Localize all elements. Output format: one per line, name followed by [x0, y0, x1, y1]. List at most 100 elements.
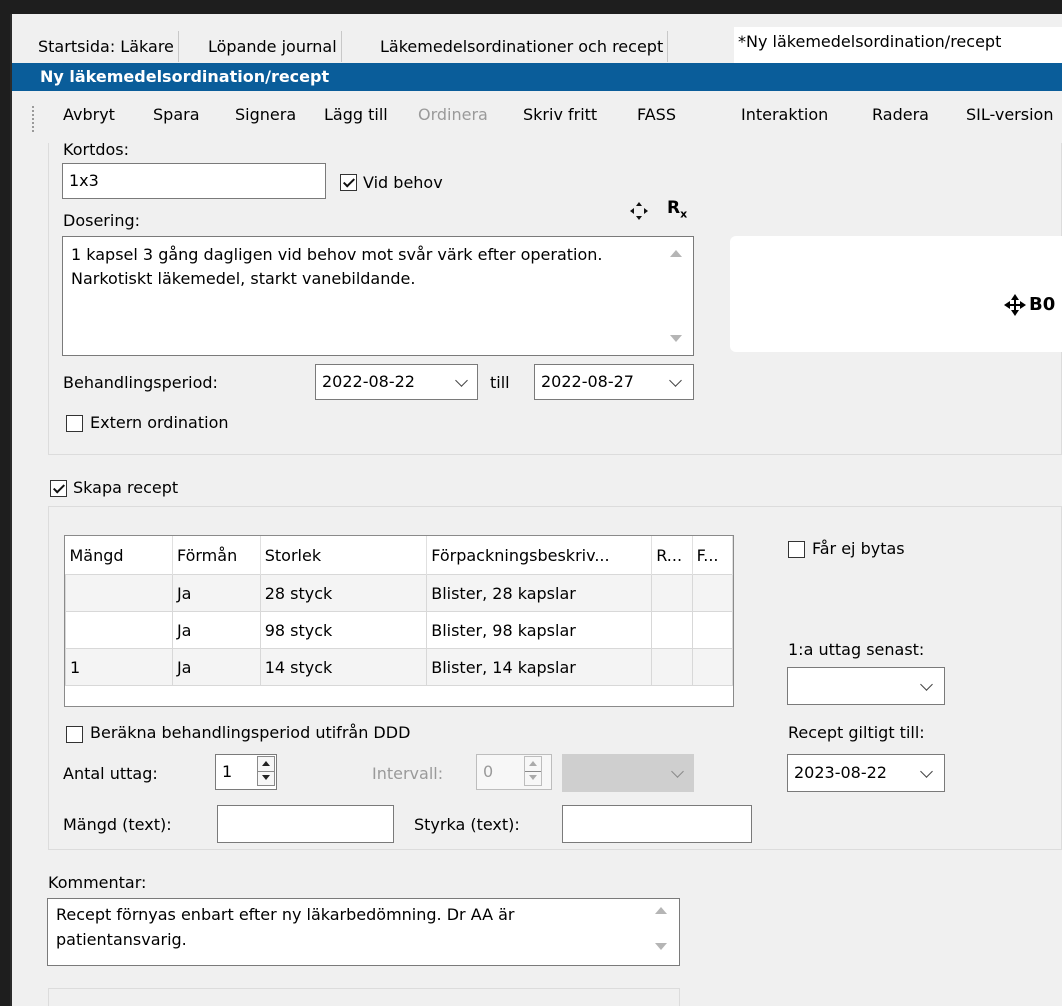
column-header-r[interactable]: R...: [651, 536, 693, 575]
cell-forman: Ja: [171, 611, 261, 649]
column-header-mangd[interactable]: Mängd: [65, 536, 173, 575]
table-row[interactable]: Ja 28 styck Blister, 28 kapslar: [65, 574, 734, 612]
lagg-till-button[interactable]: Lägg till: [324, 105, 388, 124]
intervall-label: Intervall:: [372, 764, 444, 783]
table-row[interactable]: Ja 98 styck Blister, 98 kapslar: [65, 611, 734, 649]
cell-forman: Ja: [171, 648, 261, 686]
recept-giltigt-label: Recept giltigt till:: [788, 723, 925, 742]
intervall-value: 0: [483, 762, 494, 781]
window-title: Ny läkemedelsordination/recept: [12, 63, 1062, 91]
skapa-recept-label: Skapa recept: [73, 478, 179, 497]
package-table[interactable]: Mängd Förmån Storlek Förpackningsbeskriv…: [64, 535, 734, 707]
skapa-recept-checkbox[interactable]: [50, 480, 67, 497]
intervall-stepper[interactable]: [524, 756, 542, 786]
cell-f: [691, 574, 734, 612]
kortdos-label: Kortdos:: [63, 140, 130, 159]
fass-button[interactable]: FASS: [637, 105, 676, 124]
lower-group-edge: [48, 988, 680, 1006]
tab-lopande-journal[interactable]: Löpande journal: [204, 31, 342, 62]
chevron-down-icon: [920, 765, 933, 778]
antal-uttag-label: Antal uttag:: [63, 764, 158, 783]
mangd-text-input[interactable]: [217, 805, 394, 843]
dosering-scroll-down[interactable]: [670, 335, 682, 342]
cell-r: [651, 648, 693, 686]
cell-beskrivning: Blister, 28 kapslar: [426, 574, 653, 612]
interaktion-button[interactable]: Interaktion: [741, 105, 828, 124]
vid-behov-checkbox[interactable]: [340, 174, 357, 191]
kommentar-textarea[interactable]: Recept förnyas enbart efter ny läkarbedö…: [47, 898, 680, 966]
rx-icon[interactable]: Rx: [667, 198, 687, 220]
sil-version-button[interactable]: SIL-version: [966, 105, 1053, 124]
dosering-scroll-up[interactable]: [670, 250, 682, 257]
period-from-value: 2022-08-22: [322, 372, 415, 391]
extern-ordination-label: Extern ordination: [90, 413, 229, 432]
period-to-select[interactable]: 2022-08-27: [534, 364, 694, 400]
intervall-unit-select[interactable]: [562, 754, 694, 792]
table-row[interactable]: 1 Ja 14 styck Blister, 14 kapslar: [65, 648, 734, 686]
kommentar-label: Kommentar:: [48, 873, 147, 892]
period-to-value: 2022-08-27: [541, 372, 634, 391]
kommentar-scroll-down[interactable]: [655, 943, 667, 950]
cell-forman: Ja: [171, 574, 261, 612]
recept-giltigt-value: 2023-08-22: [794, 763, 887, 782]
kortdos-input[interactable]: 1x3: [62, 163, 326, 199]
chevron-down-icon: [671, 765, 684, 778]
cell-beskrivning: Blister, 98 kapslar: [426, 611, 653, 649]
avbryt-button[interactable]: Avbryt: [63, 105, 115, 124]
far-ej-bytas-checkbox[interactable]: [788, 541, 805, 558]
spara-button[interactable]: Spara: [153, 105, 200, 124]
till-label: till: [490, 373, 510, 392]
column-header-forman[interactable]: Förmån: [172, 536, 261, 575]
cell-mangd[interactable]: 1: [65, 648, 173, 686]
cell-f: [691, 611, 734, 649]
chevron-down-icon: [669, 374, 682, 387]
period-from-select[interactable]: 2022-08-22: [315, 364, 478, 400]
cell-mangd[interactable]: [65, 611, 173, 649]
berakna-ddd-checkbox[interactable]: [66, 726, 83, 743]
behandlingsperiod-label: Behandlingsperiod:: [63, 373, 218, 392]
tab-startsida[interactable]: Startsida: Läkare: [34, 31, 179, 62]
cell-f: [691, 648, 734, 686]
collapse-arrows-icon[interactable]: [1002, 292, 1028, 318]
toolbar: Avbryt Spara Signera Lägg till Ordinera …: [12, 91, 1062, 143]
berakna-ddd-label: Beräkna behandlingsperiod utifrån DDD: [90, 723, 411, 742]
column-header-storlek[interactable]: Storlek: [260, 536, 428, 575]
chevron-down-icon: [920, 678, 933, 691]
stepper-up-icon[interactable]: [525, 757, 541, 771]
tab-bar: Startsida: Läkare Löpande journal Läkeme…: [12, 25, 1062, 63]
dosering-textarea[interactable]: 1 kapsel 3 gång dagligen vid behov mot s…: [62, 236, 694, 356]
cell-storlek: 28 styck: [259, 574, 428, 612]
recept-giltigt-select[interactable]: 2023-08-22: [787, 754, 945, 792]
antal-uttag-value: 1: [222, 762, 233, 781]
stepper-up-icon[interactable]: [258, 757, 274, 771]
forsta-uttag-select[interactable]: [787, 667, 945, 705]
column-header-f[interactable]: F...: [692, 536, 734, 575]
table-header-row: Mängd Förmån Storlek Förpackningsbeskriv…: [65, 536, 734, 575]
dosering-label: Dosering:: [63, 211, 140, 230]
styrka-text-input[interactable]: [562, 805, 752, 843]
window-left-border: [10, 14, 12, 1006]
stepper-down-icon[interactable]: [525, 771, 541, 785]
cell-mangd[interactable]: [65, 574, 173, 612]
tab-lakemedelsordinationer[interactable]: Läkemedelsordinationer och recept: [376, 31, 669, 62]
skriv-fritt-button[interactable]: Skriv fritt: [523, 105, 597, 124]
tab-ny-lakemedelsordination[interactable]: *Ny läkemedelsordination/recept: [734, 27, 1062, 63]
signera-button[interactable]: Signera: [235, 105, 296, 124]
move-arrows-icon[interactable]: [628, 200, 650, 222]
cell-r: [651, 611, 693, 649]
column-header-forpackning[interactable]: Förpackningsbeskriv...: [426, 536, 653, 575]
styrka-text-label: Styrka (text):: [414, 815, 520, 834]
ordinera-button[interactable]: Ordinera: [418, 105, 488, 124]
extern-ordination-checkbox[interactable]: [66, 415, 83, 432]
cell-storlek: 14 styck: [259, 648, 428, 686]
cell-r: [651, 574, 693, 612]
vid-behov-label: Vid behov: [363, 173, 443, 192]
cell-beskrivning: Blister, 14 kapslar: [426, 648, 653, 686]
toolbar-grip[interactable]: [32, 106, 36, 132]
radera-button[interactable]: Radera: [872, 105, 929, 124]
stepper-down-icon[interactable]: [258, 771, 274, 785]
antal-uttag-stepper[interactable]: [257, 756, 275, 786]
kommentar-scroll-up[interactable]: [655, 907, 667, 914]
cell-storlek: 98 styck: [259, 611, 428, 649]
mangd-text-label: Mängd (text):: [63, 815, 172, 834]
